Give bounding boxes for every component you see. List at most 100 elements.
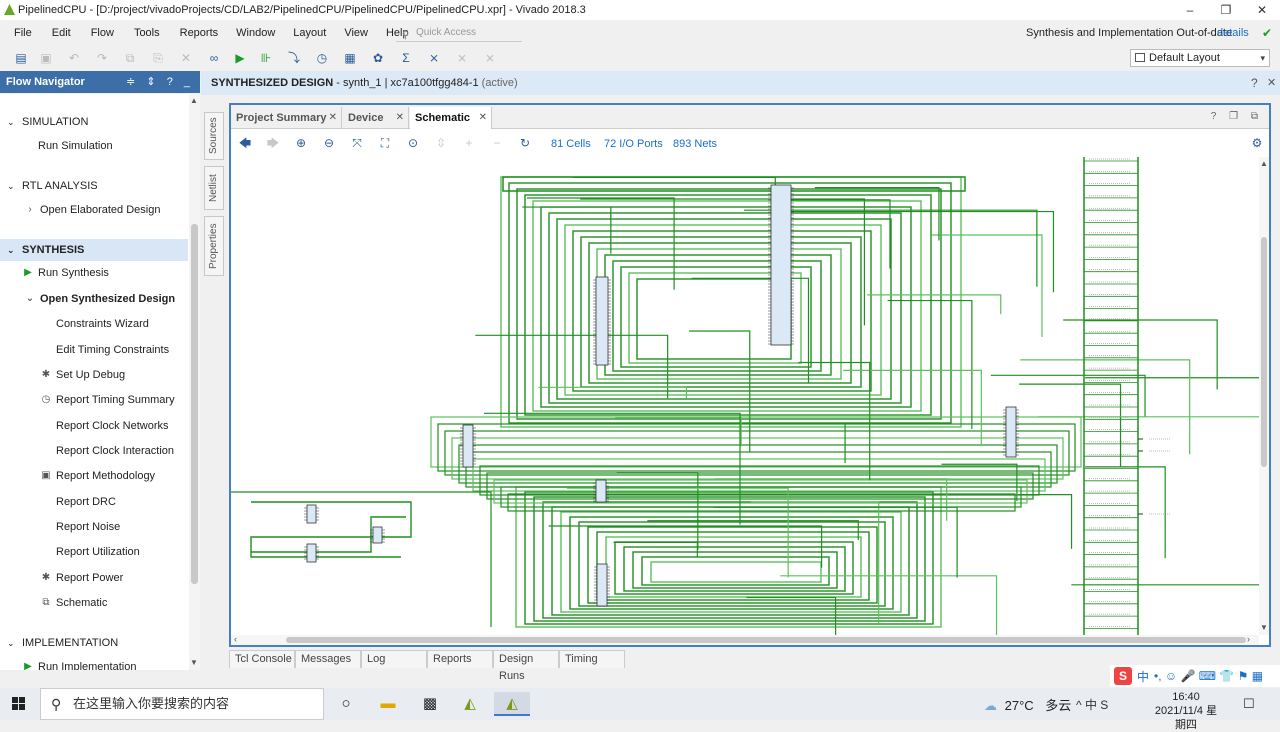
flow-item-report-methodology[interactable]: ▣ Report Methodology xyxy=(41,467,155,485)
section-rtl-analysis[interactable]: ⌄ RTL ANALYSIS xyxy=(0,175,188,197)
gear-icon[interactable]: ⚙ xyxy=(1249,135,1265,151)
menu-flow[interactable]: Flow xyxy=(91,27,114,39)
paste-icon[interactable]: ⎘ xyxy=(150,50,166,66)
horizontal-scrollbar[interactable]: ‹ › xyxy=(231,634,1259,645)
tab-device[interactable]: Device ✕ xyxy=(343,107,409,129)
delete-icon[interactable]: ✕ xyxy=(178,50,194,66)
weather-widget[interactable]: ☁ 27°C 多云 xyxy=(984,695,1071,714)
tab-properties[interactable]: Properties xyxy=(204,216,224,276)
flow-item-run-simulation[interactable]: Run Simulation xyxy=(38,137,113,155)
collapse-icon[interactable]: − xyxy=(489,135,505,151)
close-button[interactable]: ✕ xyxy=(1244,0,1280,20)
flow-navigator-scrollbar[interactable]: ▲ ▼ xyxy=(189,94,200,670)
tab-messages[interactable]: Messages xyxy=(295,650,361,668)
flow-item-constraints-wizard[interactable]: Constraints Wizard xyxy=(56,315,149,333)
tab-reports[interactable]: Reports xyxy=(427,650,493,668)
tab-netlist[interactable]: Netlist xyxy=(204,166,224,210)
tab-schematic[interactable]: Schematic ✕ xyxy=(410,107,492,129)
clock[interactable]: 16:40 2021/11/4 星期四 xyxy=(1150,690,1222,732)
section-implementation[interactable]: ⌄ IMPLEMENTATION xyxy=(0,632,188,654)
menu-reports[interactable]: Reports xyxy=(180,27,219,39)
close-icon[interactable]: ✕ xyxy=(396,107,404,129)
section-synthesis[interactable]: ⌄ SYNTHESIS xyxy=(0,239,188,261)
vivado-taskbar-icon[interactable]: ◭ xyxy=(452,692,488,716)
scrollbar-thumb[interactable] xyxy=(1261,237,1267,467)
report-icon[interactable]: ▦ xyxy=(342,50,358,66)
flow-item-run-implementation[interactable]: ▶ Run Implementation xyxy=(24,658,136,670)
flow-item-report-timing-summary[interactable]: ◷ Report Timing Summary xyxy=(42,391,175,409)
close-icon[interactable]: ✕ xyxy=(479,107,487,129)
section-simulation[interactable]: ⌄ SIMULATION xyxy=(0,111,188,133)
store-icon[interactable]: ▩ xyxy=(412,692,448,716)
flow-item-schematic[interactable]: ⧉ Schematic xyxy=(42,594,107,612)
timer-icon[interactable]: ◷ xyxy=(314,50,330,66)
tab-project-summary[interactable]: Project Summary ✕ xyxy=(231,107,342,129)
scroll-down-icon[interactable]: ▼ xyxy=(1260,623,1268,632)
scrollbar-thumb[interactable] xyxy=(191,224,198,584)
scroll-up-icon[interactable]: ▲ xyxy=(1260,159,1268,168)
expand-icon[interactable]: + xyxy=(461,135,477,151)
layout-select[interactable]: Default Layout ▾ xyxy=(1130,49,1270,67)
cross-tool-icon[interactable]: ⨯ xyxy=(426,50,442,66)
tool-2-icon[interactable]: ⨯ xyxy=(454,50,470,66)
tab-tcl-console[interactable]: Tcl Console xyxy=(229,650,295,668)
open-project-icon[interactable]: ▤ xyxy=(13,50,29,66)
program-icon[interactable]: ⊪ xyxy=(258,50,274,66)
close-icon[interactable]: ✕ xyxy=(1267,76,1276,89)
ime-icons[interactable]: •, ☺ 🎤 ⌨ 👕 ⚑ ▦ xyxy=(1154,669,1263,683)
flow-item-report-power[interactable]: ✱ Report Power xyxy=(42,569,123,587)
window-controls-icon[interactable]: ? ❐ ⧉ xyxy=(1211,111,1263,122)
zoom-out-icon[interactable]: ⊖ xyxy=(321,135,337,151)
save-icon[interactable]: ▣ xyxy=(38,50,54,66)
flow-item-report-clock-interaction[interactable]: Report Clock Interaction xyxy=(56,442,174,460)
flow-item-report-drc[interactable]: Report DRC xyxy=(56,493,116,511)
zoom-in-icon[interactable]: ⊕ xyxy=(293,135,309,151)
flow-item-report-utilization[interactable]: Report Utilization xyxy=(56,543,140,561)
copy-icon[interactable]: ⧉ xyxy=(122,50,138,66)
flow-item-set-up-debug[interactable]: ✱ Set Up Debug xyxy=(42,366,125,384)
flow-item-report-clock-networks[interactable]: Report Clock Networks xyxy=(56,417,168,435)
vivado-active-icon[interactable]: ◭ xyxy=(494,692,530,716)
refresh-icon[interactable]: ↻ xyxy=(517,135,533,151)
binoculars-icon[interactable]: ∞ xyxy=(206,50,222,66)
cells-count[interactable]: 81 Cells xyxy=(551,138,591,150)
ime-mode[interactable]: 中 xyxy=(1137,668,1149,685)
scroll-down-icon[interactable]: ▼ xyxy=(190,658,198,667)
menu-file[interactable]: File xyxy=(14,27,32,39)
sigma-icon[interactable]: Σ xyxy=(398,50,414,66)
settings-icon[interactable]: ✿ xyxy=(370,50,386,66)
flow-item-report-noise[interactable]: Report Noise xyxy=(56,518,120,536)
nets-count[interactable]: 893 Nets xyxy=(673,138,717,150)
vertical-scrollbar[interactable]: ▲ ▼ xyxy=(1259,157,1269,635)
taskbar-search-input[interactable]: ⚲ 在这里输入你要搜索的内容 xyxy=(40,688,324,720)
minimize-button[interactable]: – xyxy=(1172,0,1208,20)
zoom-fit-icon[interactable]: ⤧ xyxy=(349,135,365,151)
select-icon[interactable]: ⊙ xyxy=(405,135,421,151)
menu-tools[interactable]: Tools xyxy=(134,27,160,39)
tab-timing[interactable]: Timing xyxy=(559,650,625,668)
tab-design-runs[interactable]: Design Runs xyxy=(493,650,559,682)
scroll-up-icon[interactable]: ▲ xyxy=(190,96,198,105)
close-icon[interactable]: ✕ xyxy=(329,107,337,129)
flow-item-open-elaborated-design[interactable]: › Open Elaborated Design xyxy=(28,201,160,219)
details-link[interactable]: details xyxy=(1217,27,1249,39)
windows-start-icon[interactable] xyxy=(12,697,26,711)
flow-item-open-synthesized-design[interactable]: ⌄ Open Synthesized Design xyxy=(26,290,175,308)
help-icon[interactable]: ? xyxy=(1251,76,1258,90)
redo-icon[interactable]: ↷ xyxy=(94,50,110,66)
menu-edit[interactable]: Edit xyxy=(52,27,71,39)
menu-window[interactable]: Window xyxy=(236,27,275,39)
file-explorer-icon[interactable]: ▬ xyxy=(370,692,406,716)
tab-sources[interactable]: Sources xyxy=(204,112,224,160)
forward-icon[interactable]: 🡆 xyxy=(265,135,281,151)
menu-layout[interactable]: Layout xyxy=(293,27,326,39)
scroll-right-icon[interactable]: › xyxy=(1247,634,1250,644)
tab-log[interactable]: Log xyxy=(361,650,427,668)
notification-icon[interactable]: ☐ xyxy=(1243,696,1255,712)
system-tray[interactable]: ^ 中 S xyxy=(1076,696,1108,713)
scrollbar-thumb[interactable] xyxy=(286,637,1246,643)
scroll-left-icon[interactable]: ‹ xyxy=(234,634,237,644)
maximize-button[interactable]: ❐ xyxy=(1208,0,1244,20)
quick-access-input[interactable]: ⚲ Quick Access xyxy=(396,24,522,42)
route-icon[interactable]: ⇳ xyxy=(433,135,449,151)
